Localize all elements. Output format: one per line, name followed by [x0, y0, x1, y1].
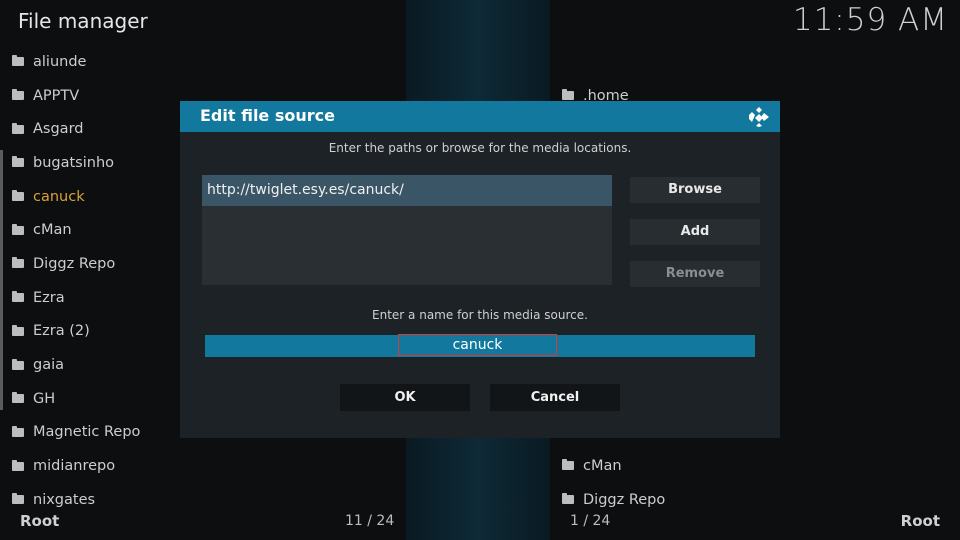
name-instruction: Enter a name for this media source.	[372, 308, 588, 322]
left-item-count: 11 / 24	[345, 513, 395, 529]
list-item-label: cMan	[33, 222, 72, 239]
folder-icon	[12, 291, 24, 303]
list-item-label: midianrepo	[33, 458, 116, 475]
paths-list[interactable]: http://twiglet.esy.es/canuck/	[202, 175, 612, 285]
ok-button[interactable]: OK	[340, 384, 470, 411]
right-item-count: 1 / 24	[570, 513, 611, 529]
dialog-header: Edit file source	[180, 101, 780, 132]
app-window: File manager 11:59 AM aliunde APPTV Asgard…	[0, 0, 960, 540]
folder-icon	[562, 493, 574, 505]
cancel-button[interactable]: Cancel	[490, 384, 620, 411]
media-source-name-field[interactable]: canuck	[398, 334, 557, 356]
list-item-label: Magnetic Repo	[33, 424, 141, 441]
list-item-label: cMan	[583, 457, 622, 474]
left-root-label: Root	[20, 512, 60, 530]
list-item-label: gaia	[33, 357, 65, 374]
folder-icon	[562, 459, 574, 471]
folder-icon	[12, 425, 24, 437]
dialog-title: Edit file source	[200, 106, 335, 125]
edit-file-source-dialog: Edit file source Enter the paths or brow…	[180, 101, 780, 438]
list-item-label: Diggz Repo	[33, 255, 116, 272]
name-input-bar[interactable]: canuck	[205, 334, 755, 357]
folder-icon	[12, 459, 24, 471]
list-item[interactable]: Diggz Repo	[550, 483, 960, 517]
list-item-label: Diggz Repo	[583, 491, 666, 508]
list-item-label: nixgates	[33, 491, 96, 508]
kodi-logo-icon	[749, 107, 769, 127]
folder-icon	[12, 190, 24, 202]
folder-icon	[12, 257, 24, 269]
list-item-label: aliunde	[33, 53, 87, 70]
list-item-label: GH	[33, 390, 56, 407]
list-item-label: Asgard	[33, 121, 84, 138]
folder-icon	[12, 156, 24, 168]
folder-icon	[12, 358, 24, 370]
list-item-label: canuck	[33, 188, 85, 205]
list-item[interactable]: midianrepo	[0, 449, 400, 483]
browse-button[interactable]: Browse	[630, 177, 760, 203]
folder-icon	[12, 324, 24, 336]
folder-icon	[12, 122, 24, 134]
list-item[interactable]: cMan	[550, 449, 960, 483]
clock: 11:59 AM	[792, 2, 948, 38]
list-item-label: bugatsinho	[33, 154, 115, 171]
left-scroll-indicator[interactable]	[0, 150, 3, 410]
path-item[interactable]: http://twiglet.esy.es/canuck/	[202, 175, 612, 206]
folder-icon	[562, 89, 574, 101]
folder-icon	[12, 89, 24, 101]
paths-instruction: Enter the paths or browse for the media …	[328, 141, 632, 155]
folder-icon	[12, 493, 24, 505]
folder-icon	[12, 392, 24, 404]
remove-button[interactable]: Remove	[630, 261, 760, 287]
page-title: File manager	[18, 9, 148, 33]
list-item-label: Ezra	[33, 289, 65, 306]
list-item[interactable]: aliunde	[0, 45, 400, 79]
list-item-label: Ezra (2)	[33, 323, 90, 340]
folder-icon	[12, 55, 24, 67]
list-item[interactable]: nixgates	[0, 483, 400, 517]
path-item-text: http://twiglet.esy.es/canuck/	[207, 182, 404, 198]
add-button[interactable]: Add	[630, 219, 760, 245]
folder-icon	[12, 223, 24, 235]
list-item-label: APPTV	[33, 87, 80, 104]
right-root-label: Root	[900, 512, 940, 530]
